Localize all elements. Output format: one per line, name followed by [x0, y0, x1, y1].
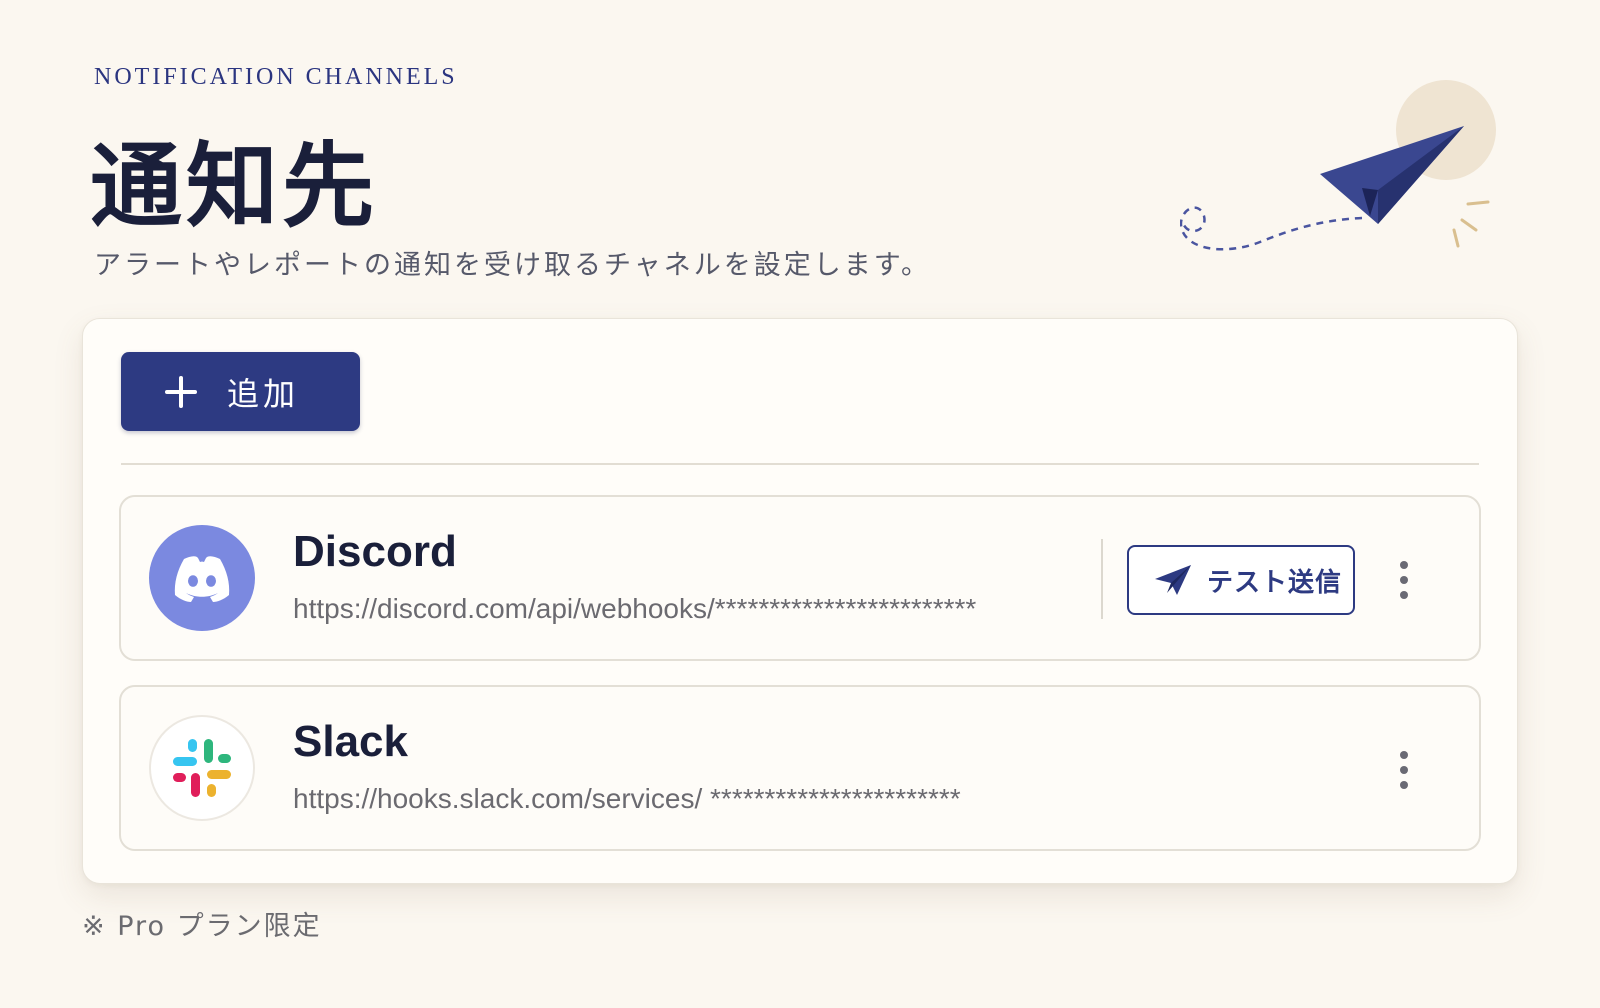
plus-icon — [165, 375, 197, 408]
send-icon — [1155, 565, 1191, 595]
channel-item-slack: Slack https://hooks.slack.com/services/ … — [119, 685, 1481, 851]
channels-card: 追加 Discord https://discord.com/api/webho… — [82, 318, 1518, 884]
more-options-icon[interactable] — [1389, 555, 1419, 605]
test-send-label: テスト送信 — [1207, 567, 1343, 598]
flight-path-trail — [1180, 206, 1363, 251]
channel-name: Discord — [293, 527, 457, 576]
discord-logo-icon — [149, 525, 255, 631]
channel-webhook-url: https://hooks.slack.com/services/ ******… — [293, 783, 961, 814]
page-subtitle: アラートやレポートの通知を受け取るチャネルを設定します。 — [94, 250, 932, 281]
channel-item-discord: Discord https://discord.com/api/webhooks… — [119, 495, 1481, 661]
channel-name: Slack — [293, 717, 408, 766]
divider — [121, 463, 1479, 465]
motion-lines — [1452, 200, 1490, 248]
vertical-divider — [1101, 539, 1103, 619]
add-channel-button[interactable]: 追加 — [121, 352, 360, 431]
test-send-button[interactable]: テスト送信 — [1127, 545, 1355, 615]
slack-logo-icon — [149, 715, 255, 821]
channel-webhook-url: https://discord.com/api/webhooks/*******… — [293, 593, 977, 624]
page-title: 通知先 — [90, 132, 379, 240]
paper-plane-illustration — [1180, 80, 1496, 251]
more-options-icon[interactable] — [1389, 745, 1419, 795]
section-eyebrow: NOTIFICATION CHANNELS — [94, 64, 458, 90]
add-button-label: 追加 — [227, 374, 300, 413]
plan-restriction-note: ※ Pro プラン限定 — [82, 911, 322, 942]
